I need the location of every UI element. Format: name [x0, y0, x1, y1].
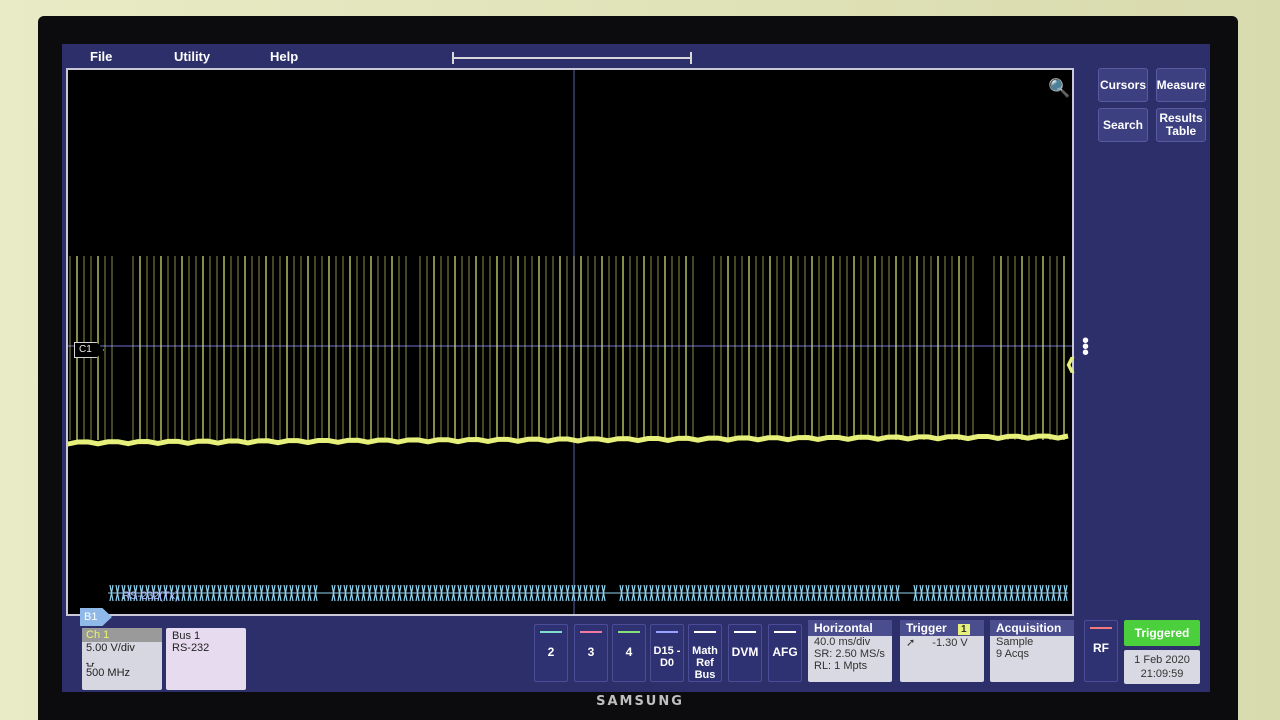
- bus1-badge[interactable]: Bus 1 RS-232: [166, 628, 246, 690]
- acquisition-title: Acquisition: [990, 620, 1074, 636]
- horizontal-panel[interactable]: Horizontal 40.0 ms/div SR: 2.50 MS/s RL:…: [808, 620, 892, 682]
- menu-help[interactable]: Help: [270, 49, 298, 64]
- rf-button[interactable]: RF: [1084, 620, 1118, 682]
- channel-button-stripe: [656, 631, 678, 633]
- channel-button-label: 2: [547, 645, 555, 659]
- channel-button-stripe: [774, 631, 796, 633]
- channel-button-label: 3: [587, 645, 595, 659]
- trigger-title-row: Trigger 1: [900, 620, 984, 636]
- channel-button-label: 4: [625, 645, 633, 659]
- zoom-icon[interactable]: 🔍: [1048, 78, 1070, 100]
- rf-stripe: [1090, 627, 1112, 629]
- monitor-brand: SAMSUNG: [596, 694, 684, 709]
- waveform-graticule: [68, 70, 1072, 614]
- trigger-slope-icon: ➚: [906, 637, 916, 649]
- trigger-status: Triggered: [1124, 620, 1200, 646]
- ch1-bandwidth: 500 MHz: [86, 667, 131, 679]
- acquisition-panel[interactable]: Acquisition Sample 9 Acqs: [990, 620, 1074, 682]
- bus1-type: RS-232: [172, 642, 210, 654]
- channel-button-label: Math Ref Bus: [692, 645, 718, 681]
- measure-button[interactable]: Measure: [1156, 68, 1206, 102]
- channel-button-label: AFG: [772, 645, 798, 659]
- acquisition-count: 9 Acqs: [996, 648, 1030, 660]
- bus-waveform: [108, 584, 1068, 602]
- more-options-icon[interactable]: • • •: [1082, 331, 1089, 363]
- waveform-view[interactable]: 🔍 C1 RS-232(Tx) B1 ❰: [66, 68, 1077, 626]
- time: 21:09:59: [1140, 668, 1184, 680]
- channel-button-stripe: [580, 631, 602, 633]
- bus-decode-label: RS-232(Tx): [122, 590, 179, 602]
- channel-button-1[interactable]: 3: [574, 624, 608, 682]
- ch1-baseline: [68, 433, 1069, 447]
- channel-button-label: DVM: [731, 645, 759, 659]
- menu-utility[interactable]: Utility: [174, 49, 210, 64]
- channel-button-stripe: [618, 631, 640, 633]
- acquisition-mode: Sample: [996, 636, 1034, 648]
- ch1-scale: 5.00 V/div: [86, 642, 135, 654]
- oscilloscope-screen: File Utility Help 🔍 C1 RS-232(Tx) B1 ❰ •…: [62, 44, 1210, 692]
- cursors-button[interactable]: Cursors: [1098, 68, 1148, 102]
- channel-button-6[interactable]: AFG: [768, 624, 802, 682]
- trigger-title: Trigger: [906, 621, 947, 635]
- ch1-badge-title: Ch 1: [82, 628, 162, 642]
- channel-button-2[interactable]: 4: [612, 624, 646, 682]
- horizontal-sample-rate: SR: 2.50 MS/s: [814, 648, 885, 660]
- rf-label: RF: [1093, 641, 1109, 655]
- menu-bar: File Utility Help: [62, 44, 1092, 68]
- ch1-badge[interactable]: Ch 1 5.00 V/div ⍽ 500 MHz: [82, 628, 162, 690]
- channel-button-0[interactable]: 2: [534, 624, 568, 682]
- horizontal-record-length: RL: 1 Mpts: [814, 660, 868, 672]
- bus1-title: Bus 1: [172, 630, 201, 642]
- channel-button-stripe: [734, 631, 756, 633]
- search-button[interactable]: Search: [1098, 108, 1148, 142]
- trigger-source-badge: 1: [958, 624, 970, 635]
- channel-button-stripe: [540, 631, 562, 633]
- channel-button-stripe: [694, 631, 716, 633]
- trigger-panel[interactable]: Trigger 1 ➚ -1.30 V: [900, 620, 984, 682]
- results-table-button[interactable]: Results Table: [1156, 108, 1206, 142]
- horizontal-scale: 40.0 ms/div: [814, 636, 871, 648]
- channel-button-5[interactable]: DVM: [728, 624, 762, 682]
- channel-button-label: D15 -D0: [653, 645, 681, 669]
- menu-file[interactable]: File: [90, 49, 112, 64]
- date-time: 1 Feb 2020 21:09:59: [1124, 650, 1200, 684]
- ch1-waveform: [68, 256, 1069, 447]
- date: 1 Feb 2020: [1134, 654, 1190, 666]
- channel-button-3[interactable]: D15 -D0: [650, 624, 684, 682]
- record-view-bar[interactable]: [452, 52, 692, 64]
- channel-button-4[interactable]: Math Ref Bus: [688, 624, 722, 682]
- trigger-level: -1.30 V: [932, 637, 968, 649]
- trigger-level-arrow-icon[interactable]: ❰: [1064, 354, 1077, 374]
- ch1-coupling-icon: ⍽: [86, 655, 95, 667]
- settings-bar: Ch 1 5.00 V/div ⍽ 500 MHz Bus 1 RS-232 2…: [62, 618, 1210, 692]
- horizontal-title: Horizontal: [808, 620, 892, 636]
